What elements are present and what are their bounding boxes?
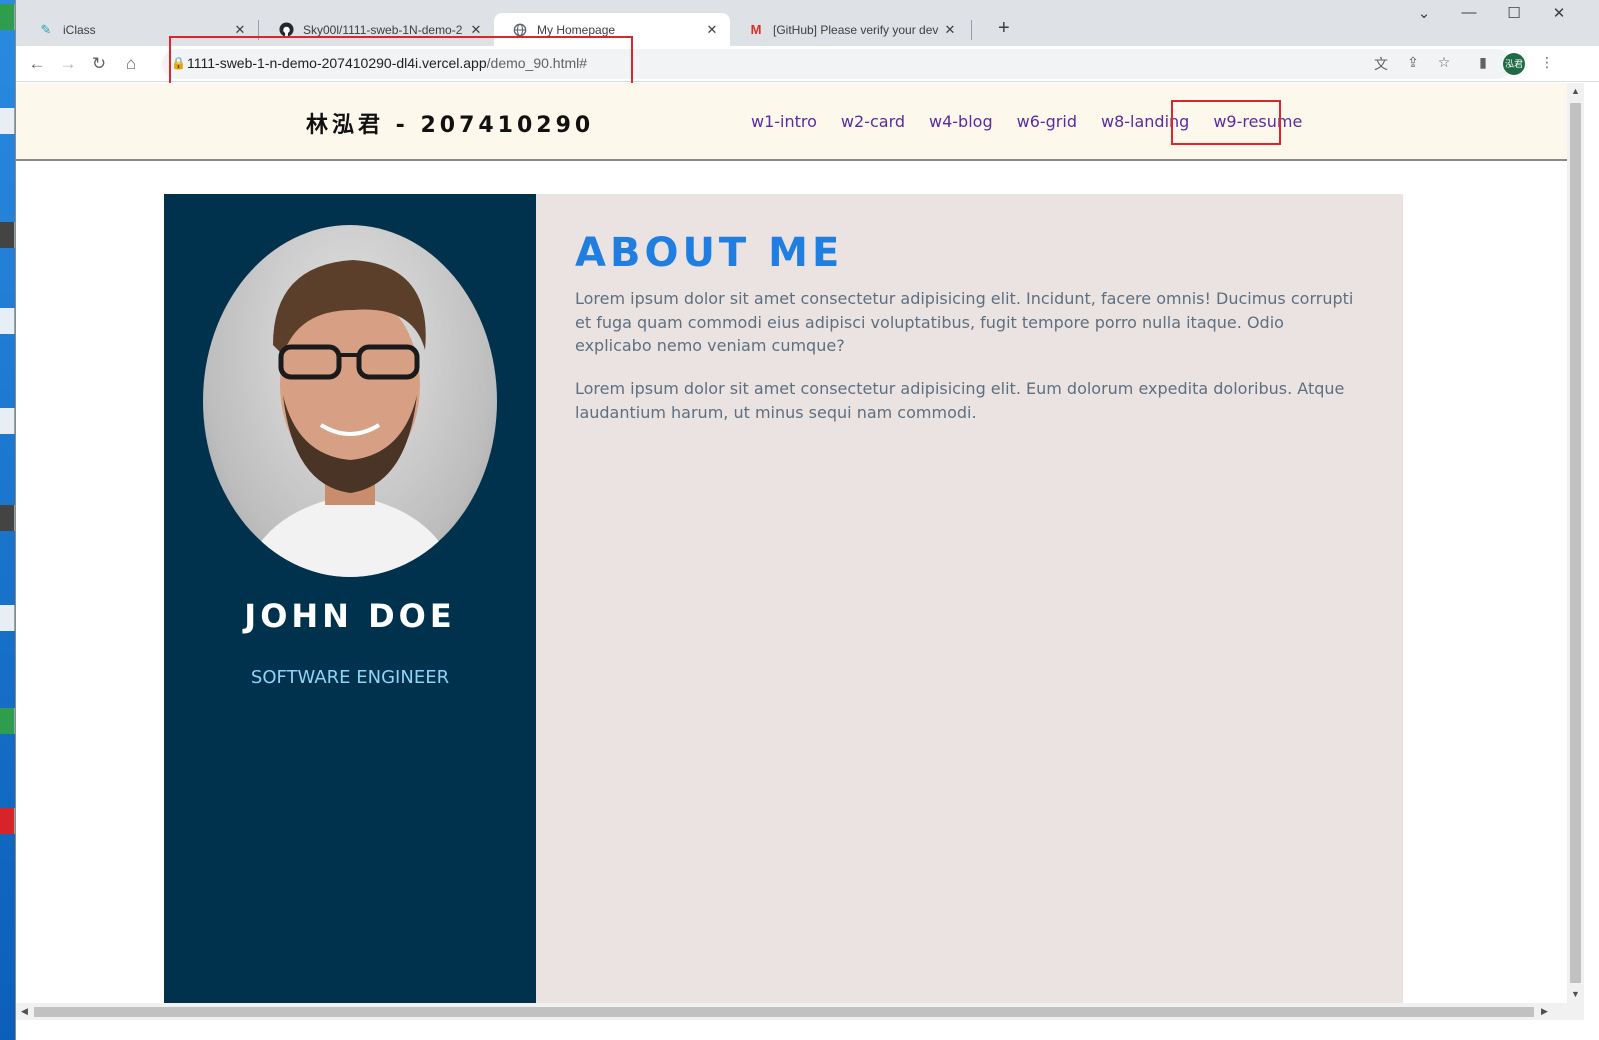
reload-icon[interactable]: ↻ — [87, 52, 111, 76]
web-page: 林泓君 - 207410290 w1-intro w2-card w4-blog… — [16, 83, 1567, 1003]
site-title: 林泓君 - 207410290 — [306, 113, 595, 138]
share-icon[interactable]: ⇪ — [1402, 54, 1424, 71]
desktop-shortcut-icon[interactable] — [0, 708, 15, 734]
maximize-icon[interactable]: ☐ — [1494, 4, 1534, 22]
url-highlight-box — [169, 36, 633, 88]
desktop-shortcut-icon[interactable] — [0, 308, 15, 334]
side-panel-icon[interactable]: ▮ — [1472, 54, 1494, 71]
vertical-scrollbar[interactable]: ▲ ▼ — [1567, 83, 1584, 1003]
back-icon[interactable]: ← — [25, 52, 49, 76]
home-icon[interactable]: ⌂ — [119, 52, 143, 76]
about-heading: ABOUT ME — [575, 230, 844, 276]
profile-avatar[interactable]: 泓君 — [1503, 53, 1525, 75]
about-paragraph: Lorem ipsum dolor sit amet consectetur a… — [575, 379, 1345, 422]
desktop-shortcut-icon[interactable] — [0, 605, 15, 631]
close-icon[interactable]: ✕ — [704, 22, 720, 38]
tab-label: [GitHub] Please verify your dev — [773, 22, 939, 37]
profile-sidebar: JOHN DOE SOFTWARE ENGINEER — [164, 194, 536, 1003]
desktop-shortcut-icon[interactable] — [0, 222, 15, 248]
horizontal-scrollbar[interactable]: ◀ ▶ — [16, 1003, 1584, 1020]
nav-link-w6-grid[interactable]: w6-grid — [1017, 112, 1077, 131]
horizontal-scroll-thumb[interactable] — [34, 1007, 1534, 1017]
gmail-icon: M — [750, 22, 762, 37]
desktop-shortcut-icon[interactable] — [0, 108, 15, 134]
tab-label: iClass — [63, 22, 96, 37]
tab-search-icon[interactable]: ⌄ — [1404, 4, 1444, 22]
vertical-scroll-thumb[interactable] — [1570, 103, 1581, 983]
nav-link-w1-intro[interactable]: w1-intro — [751, 112, 817, 131]
close-icon[interactable]: ✕ — [942, 22, 958, 38]
nav-link-w4-blog[interactable]: w4-blog — [929, 112, 993, 131]
forward-icon[interactable]: → — [56, 52, 80, 76]
resume-card: JOHN DOE SOFTWARE ENGINEER ABOUT ME Lore… — [164, 194, 1403, 1003]
profile-job-title: SOFTWARE ENGINEER — [250, 667, 450, 688]
scroll-right-icon[interactable]: ▶ — [1541, 1006, 1548, 1017]
tab-label: My Homepage — [537, 22, 616, 37]
iclass-icon: ✎ — [40, 21, 52, 37]
new-tab-icon[interactable]: + — [998, 17, 1010, 40]
desktop-shortcut-icon[interactable] — [0, 808, 15, 834]
menu-icon[interactable]: ⋮ — [1536, 54, 1558, 71]
tab-separator — [971, 20, 972, 40]
tab-gmail[interactable]: M [GitHub] Please verify your dev ✕ — [730, 13, 968, 46]
scroll-left-icon[interactable]: ◀ — [21, 1006, 28, 1017]
scroll-down-icon[interactable]: ▼ — [1571, 989, 1580, 999]
nav-highlight-box — [1171, 100, 1281, 145]
profile-name: JOHN DOE — [244, 597, 456, 635]
about-paragraph: Lorem ipsum dolor sit amet consectetur a… — [575, 289, 1354, 355]
minimize-icon[interactable]: — — [1449, 4, 1489, 21]
desktop-background — [0, 0, 15, 1040]
browser-window: ✎ iClass ✕ Sky00l/1111-sweb-1N-demo-2 ✕ … — [15, 0, 1599, 1040]
desktop-shortcut-icon[interactable] — [0, 4, 15, 30]
nav-link-w2-card[interactable]: w2-card — [841, 112, 905, 131]
translate-icon[interactable]: 文 — [1370, 54, 1392, 74]
desktop-shortcut-icon[interactable] — [0, 408, 15, 434]
bookmark-star-icon[interactable]: ☆ — [1433, 54, 1455, 71]
close-window-icon[interactable]: ✕ — [1539, 4, 1579, 22]
desktop-shortcut-icon[interactable] — [0, 505, 15, 531]
profile-photo — [203, 225, 497, 577]
tab-label: Sky00l/1111-sweb-1N-demo-2 — [303, 22, 463, 37]
scroll-up-icon[interactable]: ▲ — [1571, 86, 1580, 96]
site-header: 林泓君 - 207410290 w1-intro w2-card w4-blog… — [16, 83, 1567, 161]
about-section: ABOUT ME Lorem ipsum dolor sit amet cons… — [536, 194, 1403, 1003]
